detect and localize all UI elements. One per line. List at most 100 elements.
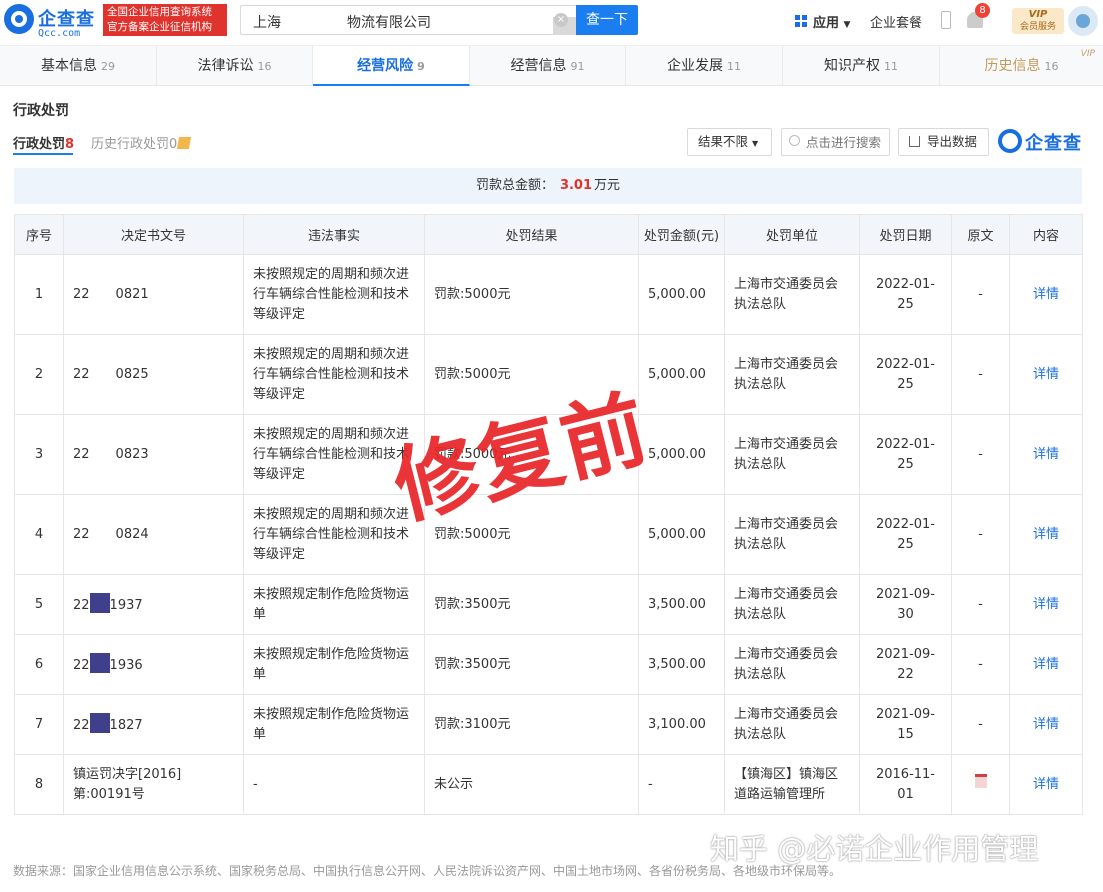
detail-link[interactable]: 详情 xyxy=(1009,574,1083,635)
cell-seq: 1 xyxy=(14,254,64,335)
tab-label: 知识产权 xyxy=(824,58,880,74)
cell-unit: 上海市交通委员会执法总队 xyxy=(724,254,860,335)
qcc-logo-icon xyxy=(4,4,34,34)
cell-doc-number: 22 0823 xyxy=(63,414,244,495)
cell-seq: 5 xyxy=(14,574,64,635)
download-icon xyxy=(909,136,920,147)
cell-unit: 上海市交通委员会执法总队 xyxy=(724,574,860,635)
doc-suffix: 0823 xyxy=(115,446,149,462)
search-suffix: 物流有限公司 xyxy=(347,15,431,31)
doc-suffix: 0821 xyxy=(115,286,149,302)
tab-label: 历史信息 xyxy=(984,58,1041,74)
tab-label: 经营风险 xyxy=(357,58,414,74)
data-source-footer: 数据来源：国家企业信用信息公示系统、国家税务总局、中国执行信息公开网、人民法院诉… xyxy=(13,864,842,878)
cell-doc-number: 22 1827 xyxy=(63,694,244,755)
tab-label: 企业发展 xyxy=(667,58,723,74)
summary-label: 罚款总金额： xyxy=(475,178,554,193)
cell-unit: 上海市交通委员会执法总队 xyxy=(724,694,860,755)
cell-seq: 8 xyxy=(14,754,64,815)
cell-date: 2021-09-22 xyxy=(859,634,952,695)
section-title: 行政处罚 xyxy=(13,103,69,119)
official-badge-line1: 全国企业信用查询系统 xyxy=(107,6,212,18)
pdf-icon[interactable] xyxy=(974,774,987,788)
qcc-logo[interactable]: 企查查 Qcc.com xyxy=(4,4,100,40)
col-original[interactable]: 原文 xyxy=(951,214,1010,255)
tab-label: 法律诉讼 xyxy=(197,58,254,74)
enterprise-package-link[interactable]: 企业套餐 xyxy=(870,12,922,31)
tab-label: 经营信息 xyxy=(510,58,567,74)
search-icon xyxy=(789,135,800,146)
cell-date: 2022-01-25 xyxy=(859,494,952,575)
official-badge: 全国企业信用查询系统 官方备案企业征信机构 xyxy=(103,4,227,36)
doc-prefix: 22 xyxy=(73,446,90,462)
cell-date: 2021-09-30 xyxy=(859,574,952,635)
tab-business-info[interactable]: 经营信息 91 xyxy=(470,46,626,86)
search-prefix: 上海 xyxy=(253,15,281,31)
tab-basic-info[interactable]: 基本信息 29 xyxy=(0,46,157,86)
tab-count: 29 xyxy=(101,60,115,73)
detail-link[interactable]: 详情 xyxy=(1009,494,1083,575)
tab-development[interactable]: 企业发展 11 xyxy=(626,46,783,86)
col-content[interactable]: 内容 xyxy=(1009,214,1083,255)
cell-amount: 5,000.00 xyxy=(638,254,725,335)
col-fact[interactable]: 违法事实 xyxy=(243,214,425,255)
col-seq[interactable]: 序号 xyxy=(14,214,64,255)
vip-service-button[interactable]: VIP 会员服务 xyxy=(1012,8,1064,34)
tab-history[interactable]: 历史信息 16 VIP xyxy=(940,46,1103,86)
col-amount[interactable]: 处罚金额(元) xyxy=(638,214,725,255)
col-doc-number[interactable]: 决定书文号 xyxy=(63,214,244,255)
table-row: 5 22 1937 未按照规定制作危险货物运单 罚款:3500元 3,500.00… xyxy=(14,574,1083,635)
cell-unit: 上海市交通委员会执法总队 xyxy=(724,334,860,415)
detail-link[interactable]: 详情 xyxy=(1009,254,1083,335)
subtab-label: 历史行政处罚 xyxy=(91,137,170,152)
cell-result: 罚款:3500元 xyxy=(424,634,639,695)
cell-original[interactable] xyxy=(951,754,1010,815)
official-badge-line2: 官方备案企业征信机构 xyxy=(107,21,212,33)
detail-link[interactable]: 详情 xyxy=(1009,634,1083,695)
detail-link[interactable]: 详情 xyxy=(1009,334,1083,415)
table-row: 7 22 1827 未按照规定制作危险货物运单 罚款:3100元 3,100.00… xyxy=(14,694,1083,755)
detail-link[interactable]: 详情 xyxy=(1009,414,1083,495)
user-avatar[interactable] xyxy=(1068,6,1098,36)
cell-result: 未公示 xyxy=(424,754,639,815)
tab-legal[interactable]: 法律诉讼 16 xyxy=(157,46,313,86)
cell-date: 2022-01-25 xyxy=(859,334,952,415)
cell-seq: 3 xyxy=(14,414,64,495)
company-search-input[interactable]: 上海 物流有限公司 × xyxy=(240,5,589,35)
cell-original: - xyxy=(951,414,1010,495)
detail-link[interactable]: 详情 xyxy=(1009,694,1083,755)
col-result[interactable]: 处罚结果 xyxy=(424,214,639,255)
cell-amount: 3,500.00 xyxy=(638,634,725,695)
cell-amount: 3,500.00 xyxy=(638,574,725,635)
result-filter-dropdown[interactable]: 结果不限 ▼ xyxy=(687,128,772,156)
clear-icon[interactable]: × xyxy=(554,13,568,27)
cell-doc-number: 22 1937 xyxy=(63,574,244,635)
doc-prefix: 22 xyxy=(73,526,90,542)
cell-amount: 5,000.00 xyxy=(638,334,725,415)
doc-prefix: 22 xyxy=(73,286,90,302)
mobile-phone-icon[interactable] xyxy=(941,11,951,29)
cell-seq: 2 xyxy=(14,334,64,415)
tab-ip[interactable]: 知识产权 11 xyxy=(783,46,940,86)
subtab-admin-penalty[interactable]: 行政处罚8 xyxy=(13,133,74,152)
apps-grid-icon xyxy=(795,15,807,27)
cell-result: 罚款:3100元 xyxy=(424,694,639,755)
cell-doc-number: 22 1936 xyxy=(63,634,244,695)
tab-count: 9 xyxy=(417,60,425,73)
cell-result: 罚款:5000元 xyxy=(424,254,639,335)
detail-link[interactable]: 详情 xyxy=(1009,754,1083,815)
search-button[interactable]: 查一下 xyxy=(576,5,638,35)
qcc-brand-icon xyxy=(998,129,1022,153)
subtab-history-penalty[interactable]: 历史行政处罚0 xyxy=(91,133,192,152)
tab-business-risk[interactable]: 经营风险 9 xyxy=(313,46,470,86)
doc-prefix: 22 xyxy=(73,598,90,613)
cell-unit: 上海市交通委员会执法总队 xyxy=(724,414,860,495)
col-unit[interactable]: 处罚单位 xyxy=(724,214,860,255)
apps-menu[interactable]: 应用 ▼ xyxy=(813,12,850,31)
col-date[interactable]: 处罚日期 xyxy=(859,214,952,255)
subtab-active-indicator xyxy=(13,153,73,155)
doc-prefix: 22 xyxy=(73,718,90,733)
chevron-down-icon: ▼ xyxy=(752,139,759,148)
cell-fact: 未按照规定的周期和频次进行车辆综合性能检测和技术等级评定 xyxy=(243,334,425,415)
cell-original: - xyxy=(951,634,1010,695)
